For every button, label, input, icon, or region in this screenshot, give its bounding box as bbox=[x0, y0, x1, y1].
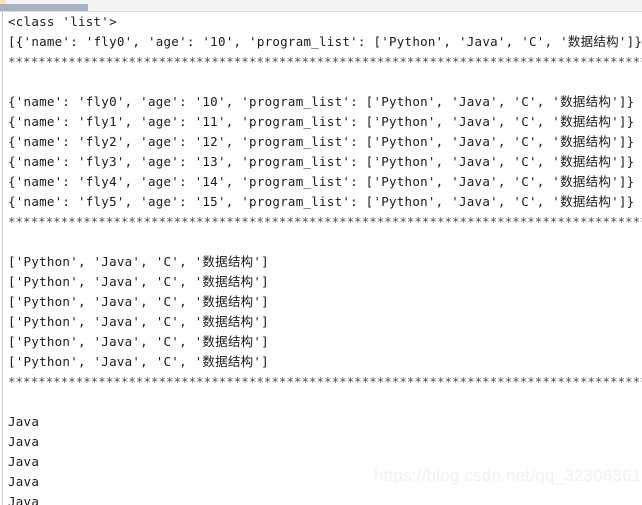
console-separator-line: ****************************************… bbox=[8, 54, 642, 69]
console-output-line: ['Python', 'Java', 'C', '数据结构'] bbox=[8, 254, 269, 269]
scrollbar-track[interactable] bbox=[0, 4, 642, 11]
console-output-line: {'name': 'fly2', 'age': '12', 'program_l… bbox=[8, 134, 635, 149]
console-output-line: Java bbox=[8, 434, 40, 449]
console-output-line: <class 'list'> bbox=[8, 14, 117, 29]
console-output-line: Java bbox=[8, 414, 40, 429]
console-output-line: ['Python', 'Java', 'C', '数据结构'] bbox=[8, 354, 269, 369]
horizontal-scrollbar[interactable] bbox=[0, 0, 642, 11]
console-output-line: Java bbox=[8, 454, 40, 469]
console-output-pane[interactable]: <class 'list'> [{'name': 'fly0', 'age': '… bbox=[0, 12, 642, 505]
console-line-list: <class 'list'> [{'name': 'fly0', 'age': '… bbox=[8, 12, 642, 505]
console-output-line: {'name': 'fly0', 'age': '10', 'program_l… bbox=[8, 94, 635, 109]
console-output-line: {'name': 'fly1', 'age': '11', 'program_l… bbox=[8, 114, 635, 129]
scrollbar-thumb[interactable] bbox=[0, 4, 88, 11]
console-output-line: ['Python', 'Java', 'C', '数据结构'] bbox=[8, 334, 269, 349]
console-output-line: ['Python', 'Java', 'C', '数据结构'] bbox=[8, 274, 269, 289]
console-output-line: {'name': 'fly3', 'age': '13', 'program_l… bbox=[8, 154, 635, 169]
console-separator-line: ****************************************… bbox=[8, 374, 642, 389]
console-output-line: [{'name': 'fly0', 'age': '10', 'program_… bbox=[8, 34, 642, 49]
console-output-line: Java bbox=[8, 494, 40, 505]
console-left-border bbox=[2, 12, 3, 505]
console-output-line: {'name': 'fly4', 'age': '14', 'program_l… bbox=[8, 174, 635, 189]
console-separator-line: ****************************************… bbox=[8, 214, 642, 229]
console-output-line: Java bbox=[8, 474, 40, 489]
console-output-line: ['Python', 'Java', 'C', '数据结构'] bbox=[8, 314, 269, 329]
console-output-line: {'name': 'fly5', 'age': '15', 'program_l… bbox=[8, 194, 635, 209]
console-output-line: ['Python', 'Java', 'C', '数据结构'] bbox=[8, 294, 269, 309]
